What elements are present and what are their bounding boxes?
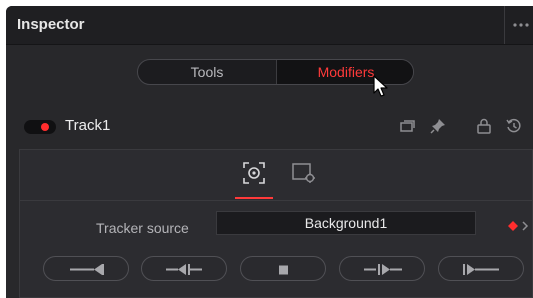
keyframe-diamond-icon[interactable] [507, 220, 531, 232]
header-divider [504, 6, 505, 44]
settings-icon[interactable] [291, 160, 317, 186]
sub-tab-bar [20, 150, 532, 201]
ellipsis-icon[interactable] [509, 10, 533, 34]
node-name: Track1 [65, 117, 111, 134]
inspector-header: Inspector [6, 6, 533, 45]
stop-tracking-button[interactable] [240, 256, 326, 281]
tracker-source-field[interactable]: Background1 [216, 211, 476, 235]
track-reverse-icon [70, 264, 104, 275]
versions-icon[interactable] [399, 117, 417, 135]
tab-tools[interactable]: Tools [138, 60, 276, 84]
toggle-knob [41, 123, 49, 131]
inspector-panel: Inspector Tools Modifiers Track1 Tracker… [6, 6, 533, 298]
tracker-icon[interactable] [241, 160, 267, 186]
reset-icon[interactable] [505, 117, 523, 135]
track-reverse-step-button[interactable] [141, 256, 227, 281]
track-reverse-step-icon [166, 264, 202, 275]
panel-title: Inspector [17, 16, 85, 33]
modifier-content: Tracker source Background1 [19, 149, 533, 298]
track-reverse-button[interactable] [43, 256, 129, 281]
track-forward-step-button[interactable] [339, 256, 425, 281]
pin-icon[interactable] [429, 117, 447, 135]
tracker-source-label: Tracker source [96, 220, 189, 236]
mouse-pointer-icon [373, 75, 388, 97]
active-subtab-indicator [235, 197, 273, 199]
node-enable-toggle[interactable] [24, 120, 56, 134]
track-forward-step-icon [364, 264, 402, 275]
lock-icon[interactable] [475, 117, 493, 135]
track-forward-icon [463, 264, 499, 275]
stop-icon [279, 265, 288, 275]
tab-modifiers[interactable]: Modifiers [276, 60, 413, 84]
track-forward-button[interactable] [438, 256, 524, 281]
